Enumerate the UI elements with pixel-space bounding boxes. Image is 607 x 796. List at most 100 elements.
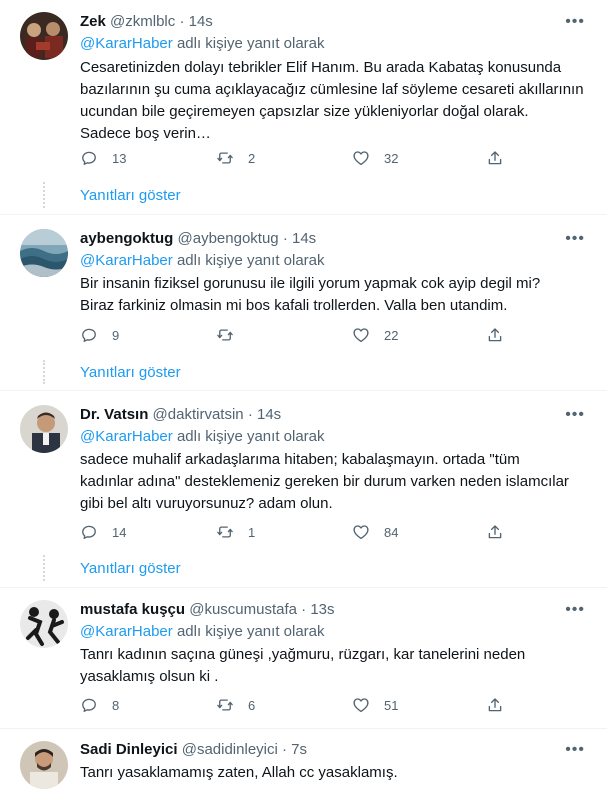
tweet[interactable]: Dr. Vatsın @daktirvatsin · 14s ••• @Kara… — [0, 391, 607, 587]
tweet-text-line: Bir insanin fiziksel gorunusu ile ilgili… — [80, 275, 541, 292]
tweet-header: aybengoktug @aybengoktug · 14s — [80, 229, 316, 249]
more-options-icon[interactable]: ••• — [565, 407, 585, 423]
tweet[interactable]: Zek @zkmlblc · 14s ••• @KararHaber adlı … — [0, 0, 607, 212]
share-button[interactable] — [486, 148, 504, 168]
more-options-icon[interactable]: ••• — [565, 14, 585, 30]
mention-link[interactable]: @KararHaber — [80, 35, 173, 52]
share-icon — [488, 525, 502, 539]
timestamp[interactable]: 7s — [291, 741, 307, 758]
show-replies-link[interactable]: Yanıtları göster — [80, 559, 181, 579]
share-icon — [488, 151, 502, 165]
like-count: 32 — [384, 150, 399, 166]
tweet-text: Bir insanin fiziksel gorunusu ile ilgili… — [80, 273, 590, 317]
retweet-button[interactable]: 1 — [216, 522, 255, 542]
timestamp[interactable]: 14s — [292, 230, 316, 247]
reply-context-label: adlı kişiye yanıt olarak — [176, 35, 325, 52]
reply-context: @KararHaber adlı kişiye yanıt olarak — [80, 622, 325, 642]
reply-button[interactable]: 8 — [80, 695, 119, 715]
tweet-text: sadece muhalif arkadaşlarıma hitaben; ka… — [80, 449, 590, 515]
timestamp[interactable]: 13s — [310, 601, 334, 618]
heart-icon — [353, 151, 369, 166]
reply-context: @KararHaber adlı kişiye yanıt olarak — [80, 427, 325, 447]
tweet-text-line: gibi bel altı vuruyorsunuz? adam olun. — [80, 495, 333, 512]
avatar[interactable] — [20, 12, 68, 60]
reply-context: @KararHaber adlı kişiye yanıt olarak — [80, 251, 325, 271]
like-button[interactable]: 32 — [352, 148, 398, 168]
heart-icon — [353, 525, 369, 540]
user-handle[interactable]: @aybengoktug — [178, 230, 279, 247]
tweet-text-line: bazılarının şu cuma açıklayacağız cümles… — [80, 81, 584, 98]
show-replies-link[interactable]: Yanıtları göster — [80, 363, 181, 383]
share-button[interactable] — [486, 695, 504, 715]
tweet-text-line: Biraz farkiniz olmasin mi bos kafali tro… — [80, 297, 508, 314]
timestamp[interactable]: 14s — [257, 406, 281, 423]
like-button[interactable]: 51 — [352, 695, 398, 715]
retweet-button[interactable]: 6 — [216, 695, 255, 715]
share-icon — [488, 328, 502, 342]
like-count: 84 — [384, 524, 399, 540]
like-button[interactable]: 84 — [352, 522, 398, 542]
tweet-header: Sadi Dinleyici @sadidinleyici · 7s — [80, 740, 307, 760]
user-handle[interactable]: @kuscumustafa — [189, 601, 297, 618]
avatar[interactable] — [20, 741, 68, 789]
retweet-icon — [217, 699, 233, 711]
like-count: 51 — [384, 697, 399, 713]
tweet-actions: 13 2 32 — [80, 148, 520, 168]
tweet-text-line: Tanrı yasaklamamış zaten, Allah cc yasak… — [80, 764, 398, 781]
separator-dot: · — [282, 741, 287, 758]
share-button[interactable] — [486, 325, 504, 345]
display-name[interactable]: Sadi Dinleyici — [80, 741, 178, 758]
tweet-text-line: kadınlar adına" desteklemeniz gereken bi… — [80, 473, 569, 490]
mention-link[interactable]: @KararHaber — [80, 252, 173, 269]
like-count: 22 — [384, 327, 399, 343]
user-handle[interactable]: @daktirvatsin — [153, 406, 244, 423]
reply-icon — [82, 328, 96, 342]
retweet-count: 2 — [248, 150, 256, 166]
avatar[interactable] — [20, 600, 68, 648]
avatar[interactable] — [20, 405, 68, 453]
tweet[interactable]: aybengoktug @aybengoktug · 14s ••• @Kara… — [0, 215, 607, 390]
reply-icon — [82, 698, 96, 712]
reply-context-label: adlı kişiye yanıt olarak — [176, 623, 325, 640]
separator-dot: · — [301, 601, 307, 618]
display-name[interactable]: aybengoktug — [80, 230, 173, 247]
tweet-text: Cesaretinizden dolayı tebrikler Elif Han… — [80, 57, 590, 145]
tweet-header: Zek @zkmlblc · 14s — [80, 12, 213, 32]
avatar[interactable] — [20, 229, 68, 277]
more-options-icon[interactable]: ••• — [565, 602, 585, 618]
thread-connector — [43, 182, 45, 208]
display-name[interactable]: mustafa kuşçu — [80, 601, 185, 618]
separator-dot: · — [282, 230, 288, 247]
user-handle[interactable]: @zkmlblc — [110, 13, 175, 30]
tweet-header: Dr. Vatsın @daktirvatsin · 14s — [80, 405, 281, 425]
display-name[interactable]: Dr. Vatsın — [80, 406, 148, 423]
reply-count: 9 — [112, 327, 120, 343]
reply-icon — [82, 525, 96, 539]
more-options-icon[interactable]: ••• — [565, 742, 585, 758]
thread-connector — [43, 555, 45, 581]
mention-link[interactable]: @KararHaber — [80, 428, 173, 445]
tweet-text-line: Tanrı kadının saçına güneşi ,yağmuru, rü… — [80, 646, 526, 663]
like-button[interactable]: 22 — [352, 325, 398, 345]
tweet-text: Tanrı kadının saçına güneşi ,yağmuru, rü… — [80, 644, 590, 688]
reply-button[interactable]: 9 — [80, 325, 119, 345]
tweet-text-line: yasaklamış olsun ki . — [80, 668, 219, 685]
more-options-icon[interactable]: ••• — [565, 231, 585, 247]
retweet-button[interactable]: 2 — [216, 148, 255, 168]
retweet-icon — [217, 526, 233, 538]
share-icon — [488, 698, 502, 712]
reply-button[interactable]: 14 — [80, 522, 126, 542]
retweet-button[interactable] — [216, 325, 248, 345]
display-name[interactable]: Zek — [80, 13, 106, 30]
timestamp[interactable]: 14s — [189, 13, 213, 30]
user-handle[interactable]: @sadidinleyici — [182, 741, 278, 758]
tweet-actions: 9 22 — [80, 325, 520, 345]
tweet-header: mustafa kuşçu @kuscumustafa · 13s — [80, 600, 335, 620]
tweet[interactable]: Sadi Dinleyici @sadidinleyici · 7s ••• T… — [0, 729, 607, 796]
reply-button[interactable]: 13 — [80, 148, 126, 168]
share-button[interactable] — [486, 522, 504, 542]
reply-context-label: adlı kişiye yanıt olarak — [176, 428, 325, 445]
mention-link[interactable]: @KararHaber — [80, 623, 173, 640]
tweet[interactable]: mustafa kuşçu @kuscumustafa · 13s ••• @K… — [0, 588, 607, 728]
show-replies-link[interactable]: Yanıtları göster — [80, 186, 181, 206]
